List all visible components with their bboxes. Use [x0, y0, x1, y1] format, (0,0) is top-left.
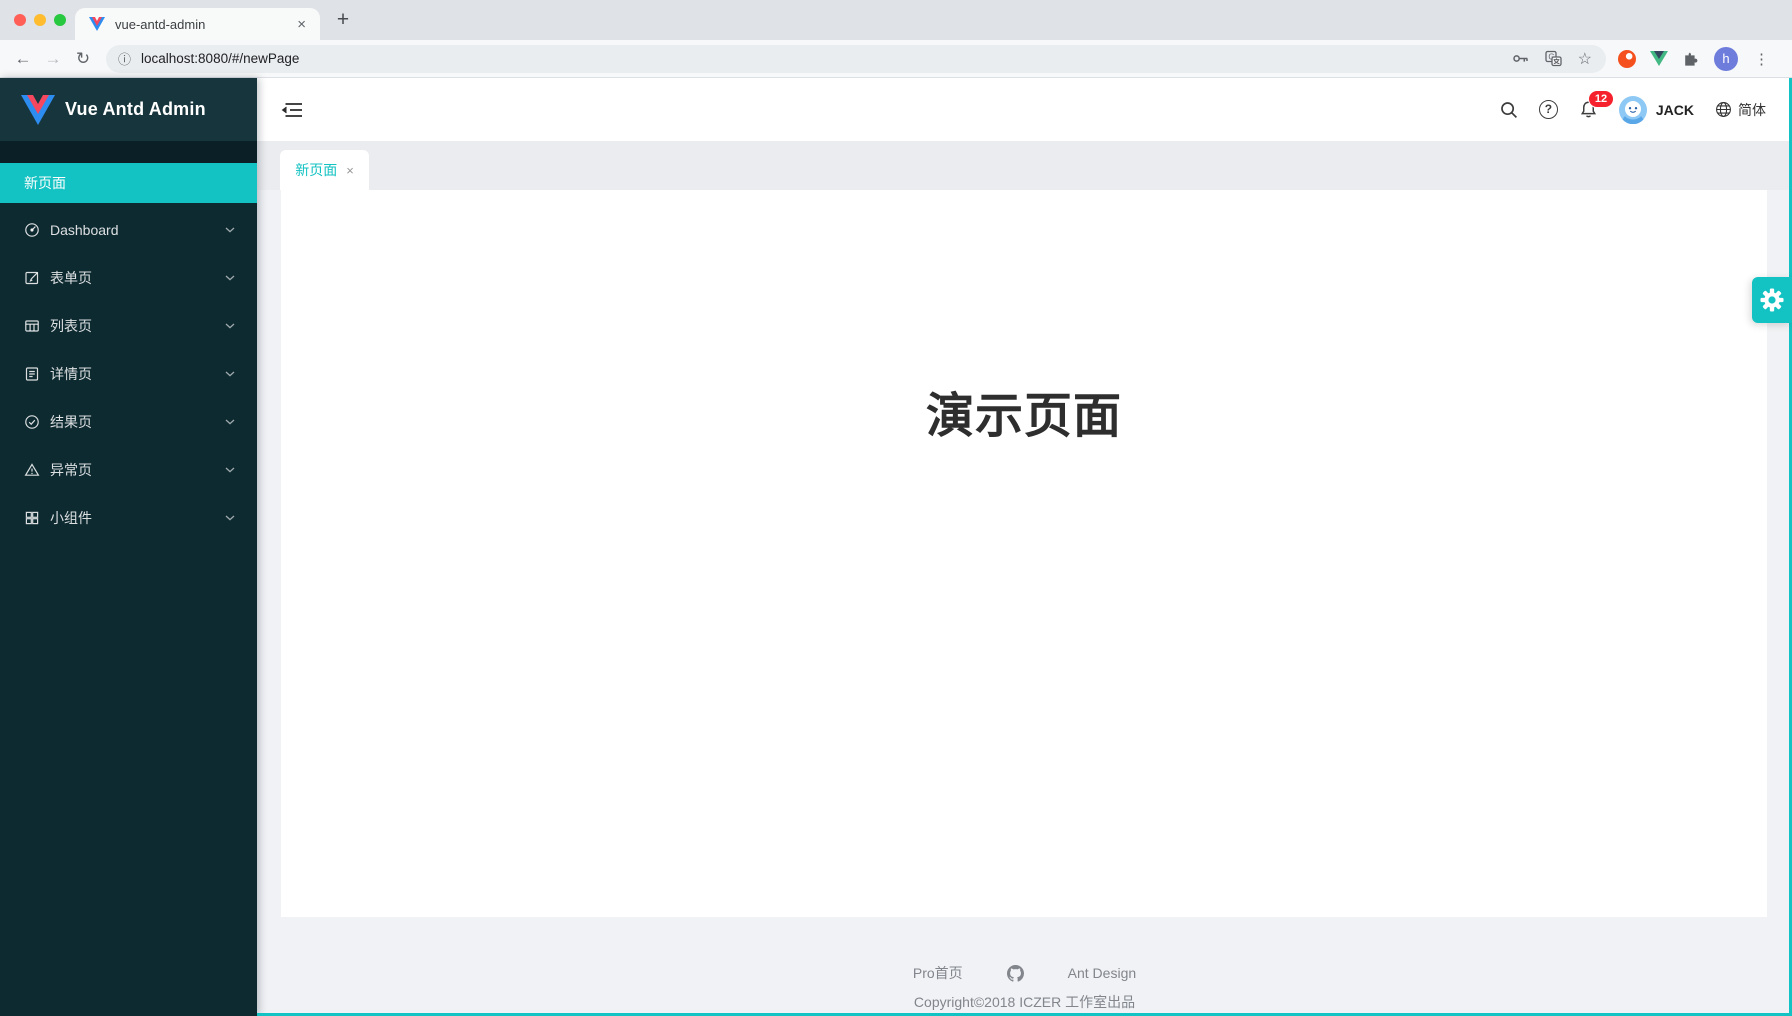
browser-toolbar: ← → ↻ ⓘ localhost:8080/#/newPage G ☆ [0, 40, 1792, 78]
form-icon [24, 270, 40, 286]
browser-menu-icon[interactable]: ⋮ [1754, 50, 1769, 68]
sidebar-item-exception[interactable]: 异常页 [0, 446, 257, 494]
footer-link-pro-home[interactable]: Pro首页 [913, 963, 963, 983]
page-title: 演示页面 [926, 376, 1122, 446]
page-tab-label: 新页面 [295, 160, 337, 180]
page-tab-newpage[interactable]: 新页面 × [280, 150, 369, 190]
translate-icon[interactable]: G [1545, 50, 1562, 67]
window-zoom-button[interactable] [54, 14, 66, 26]
help-icon[interactable]: ? [1539, 100, 1558, 119]
browser-tab[interactable]: vue-antd-admin × [75, 8, 320, 40]
appstore-icon [24, 510, 40, 526]
avatar [1619, 96, 1647, 124]
window-controls [14, 14, 66, 26]
sidebar-item-label: 小组件 [50, 508, 92, 528]
user-menu[interactable]: JACK [1619, 96, 1694, 124]
address-bar[interactable]: ⓘ localhost:8080/#/newPage G ☆ [106, 45, 1606, 73]
notifications-bell[interactable]: 12 [1579, 100, 1598, 119]
extension-orange-icon[interactable] [1618, 50, 1636, 68]
sidebar-item-result[interactable]: 结果页 [0, 398, 257, 446]
tab-close-icon[interactable]: × [293, 16, 310, 33]
vue-devtools-icon[interactable] [1650, 51, 1668, 66]
sidebar-item-newpage[interactable]: 新页面 [0, 163, 257, 203]
sidebar-item-label: 结果页 [50, 412, 92, 432]
new-tab-button[interactable]: + [330, 7, 356, 33]
menu-fold-icon[interactable] [281, 101, 303, 119]
bookmark-star-icon[interactable]: ☆ [1578, 49, 1592, 69]
app-title: Vue Antd Admin [65, 99, 206, 120]
language-selector[interactable]: 简体 [1715, 100, 1766, 120]
sidebar-item-label: 新页面 [24, 173, 66, 193]
chevron-down-icon [225, 275, 235, 281]
username: JACK [1656, 102, 1694, 118]
site-info-icon[interactable]: ⓘ [118, 49, 131, 68]
sidebar-item-label: 详情页 [50, 364, 92, 384]
sidebar: Vue Antd Admin 新页面 Dashboard 表单页 [0, 78, 257, 1016]
vue-logo-icon [21, 95, 55, 125]
browser-tabstrip: vue-antd-admin × + [0, 0, 1792, 40]
window-minimize-button[interactable] [34, 14, 46, 26]
warning-icon [24, 462, 40, 478]
vue-favicon-icon [89, 17, 105, 32]
content-zone: 演示页面 Pro首页 Ant Design Copyright©2018 ICZ… [257, 190, 1792, 1016]
chevron-down-icon [225, 515, 235, 521]
globe-icon [1715, 101, 1732, 118]
sidebar-menu: Dashboard 表单页 列表页 [0, 203, 257, 542]
reload-button[interactable]: ↻ [68, 49, 98, 69]
language-label: 简体 [1738, 100, 1766, 120]
sidebar-item-label: 列表页 [50, 316, 92, 336]
gear-icon [1760, 288, 1784, 312]
copyright: Copyright©2018 ICZER 工作室出品 [914, 992, 1135, 1012]
sidebar-item-widgets[interactable]: 小组件 [0, 494, 257, 542]
password-key-icon[interactable] [1512, 50, 1529, 67]
browser-profile-avatar[interactable]: h [1714, 47, 1738, 71]
chevron-down-icon [225, 323, 235, 329]
sidebar-item-list[interactable]: 列表页 [0, 302, 257, 350]
dashboard-icon [24, 222, 40, 238]
github-icon[interactable] [1007, 965, 1024, 982]
back-button[interactable]: ← [8, 49, 38, 69]
sidebar-item-form[interactable]: 表单页 [0, 254, 257, 302]
browser-tab-title: vue-antd-admin [115, 17, 293, 32]
settings-gear-button[interactable] [1752, 277, 1792, 323]
window-close-button[interactable] [14, 14, 26, 26]
page-footer: Pro首页 Ant Design Copyright©2018 ICZER 工作… [257, 917, 1792, 1016]
sidebar-item-detail[interactable]: 详情页 [0, 350, 257, 398]
url-text[interactable]: localhost:8080/#/newPage [141, 51, 1512, 66]
search-icon[interactable] [1500, 101, 1518, 119]
extensions-puzzle-icon[interactable] [1682, 50, 1700, 68]
footer-link-ant-design[interactable]: Ant Design [1068, 965, 1136, 981]
tab-close-icon[interactable]: × [346, 163, 354, 178]
page-card: 演示页面 [281, 190, 1767, 917]
notification-badge: 12 [1589, 91, 1613, 107]
app-header: ? 12 [257, 78, 1792, 141]
check-circle-icon [24, 414, 40, 430]
profile-icon [24, 366, 40, 382]
chevron-down-icon [225, 227, 235, 233]
app-viewport: Vue Antd Admin 新页面 Dashboard 表单页 [0, 78, 1792, 1016]
chevron-down-icon [225, 419, 235, 425]
sidebar-divider [0, 141, 257, 163]
sidebar-item-label: 异常页 [50, 460, 92, 480]
sidebar-logo[interactable]: Vue Antd Admin [0, 78, 257, 141]
main-column: ? 12 [257, 78, 1792, 1016]
page-tabbar: 新页面 × [257, 141, 1792, 190]
forward-button[interactable]: → [38, 49, 68, 69]
sidebar-item-dashboard[interactable]: Dashboard [0, 206, 257, 254]
sidebar-item-label: Dashboard [50, 222, 119, 238]
sidebar-item-label: 表单页 [50, 268, 92, 288]
chevron-down-icon [225, 467, 235, 473]
table-icon [24, 318, 40, 334]
chevron-down-icon [225, 371, 235, 377]
